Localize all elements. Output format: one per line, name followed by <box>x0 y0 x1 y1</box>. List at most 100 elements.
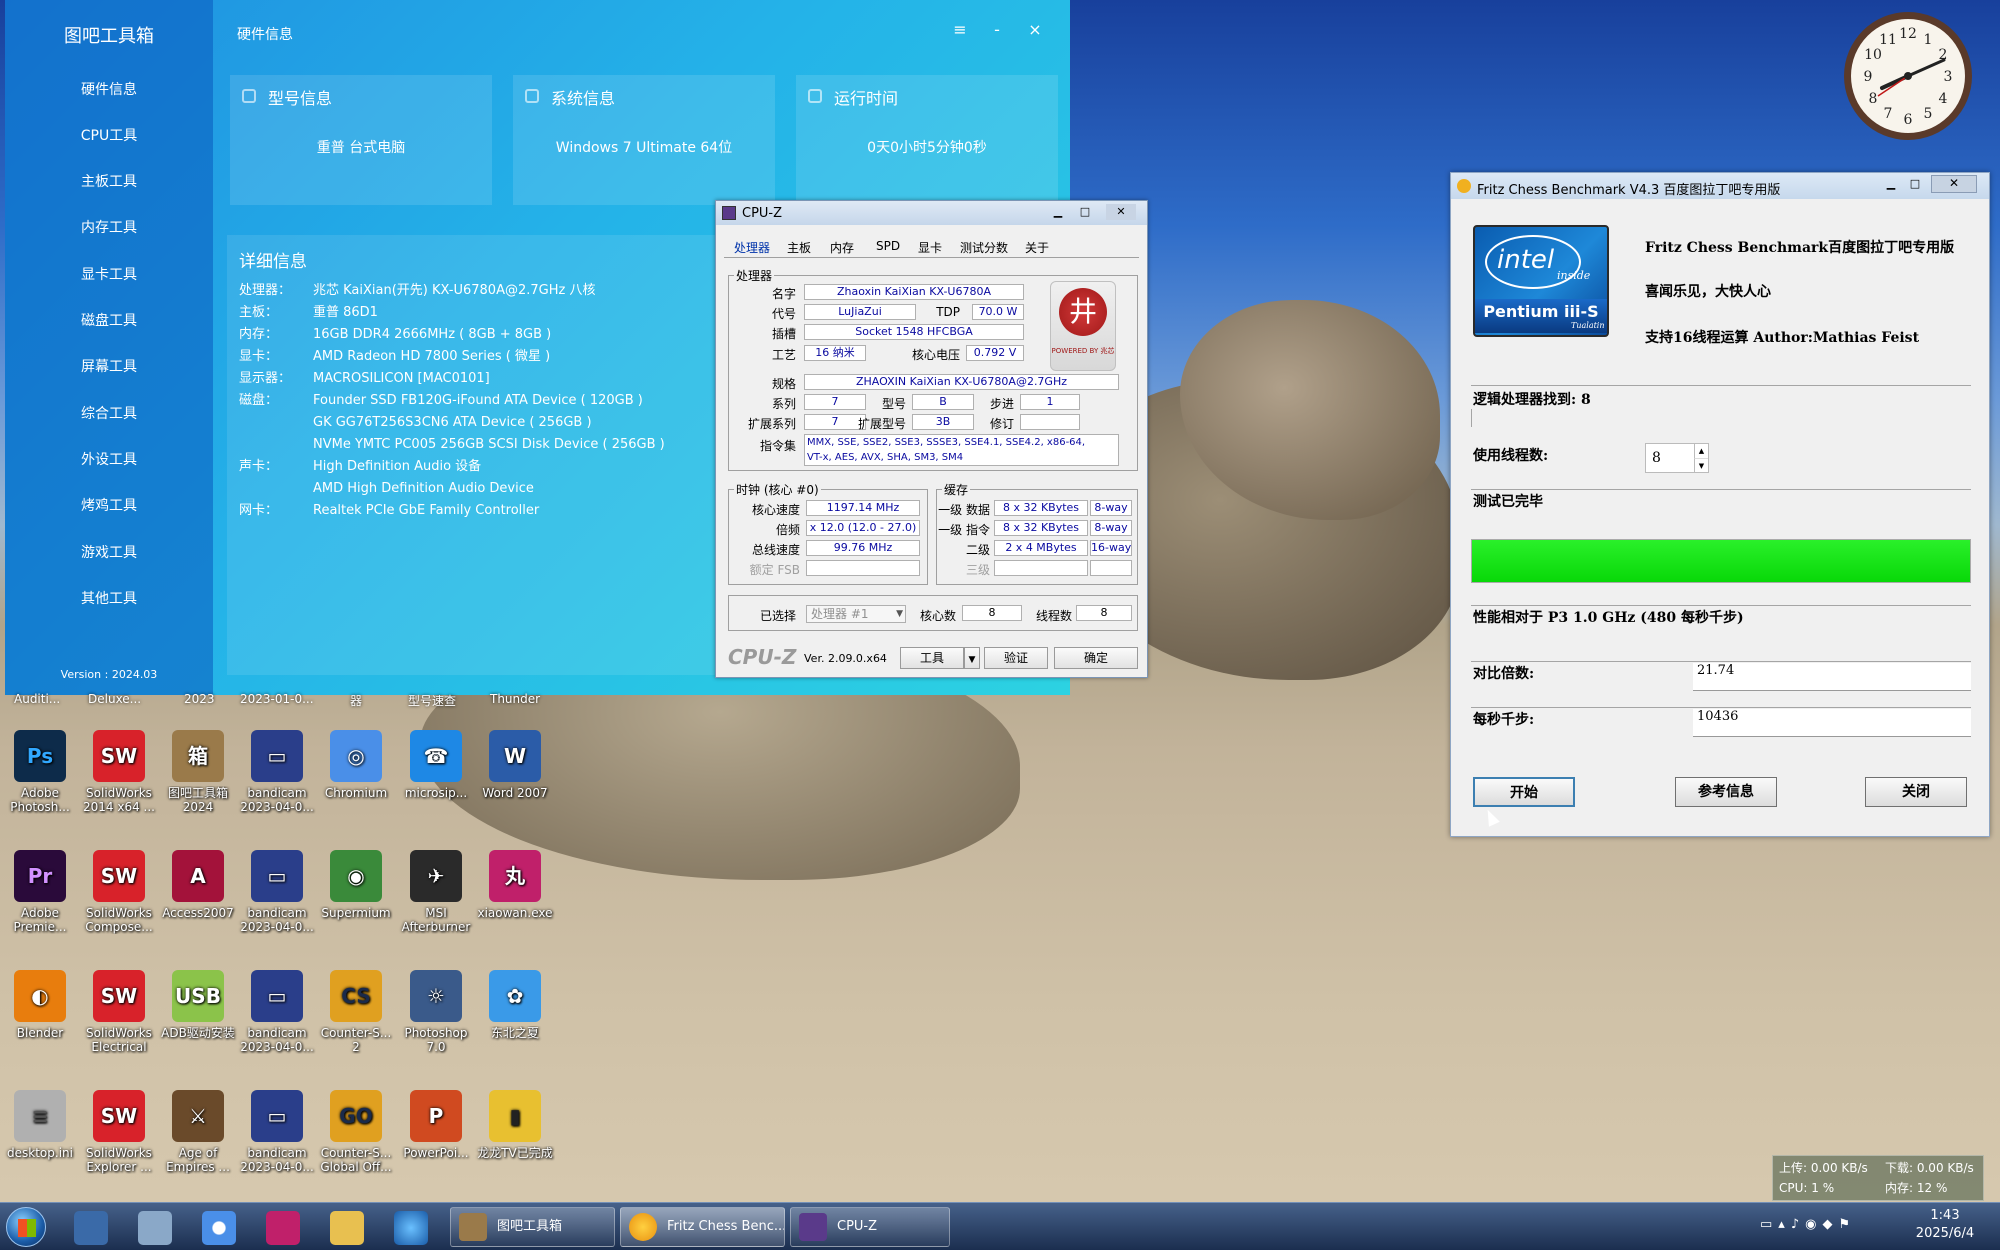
desktop-icon[interactable]: ▭ bandicam 2023-04-0... <box>237 850 317 934</box>
partial-label[interactable]: 器 <box>350 692 362 709</box>
remote-desktop-icon[interactable] <box>138 1211 172 1245</box>
desktop-icon[interactable]: ⚔ Age of Empires ... <box>158 1090 238 1174</box>
fritz-minimize-button[interactable]: ▁ <box>1879 177 1903 193</box>
fritz-close-button[interactable]: ✕ <box>1931 175 1977 193</box>
desktop-icon[interactable]: ▭ bandicam 2023-04-0... <box>237 1090 317 1174</box>
desktop-icon[interactable]: ≡ desktop.ini <box>0 1090 80 1174</box>
sidebar-item-disk-tools[interactable]: 磁盘工具 <box>5 309 213 333</box>
start-button[interactable] <box>6 1207 46 1247</box>
partial-label[interactable]: 型号速查 <box>408 692 456 709</box>
windows-logo-icon <box>18 1219 36 1237</box>
partial-label[interactable]: Auditi... <box>14 692 60 706</box>
socket-label: 插槽 <box>771 327 796 341</box>
sidebar-item-screen-tools[interactable]: 屏幕工具 <box>5 355 213 379</box>
desktop-icon[interactable]: ▭ bandicam 2023-04-0... <box>237 970 317 1054</box>
desktop-icon[interactable]: 丸 xiaowan.exe <box>475 850 555 934</box>
fritz-titlebar: Fritz Chess Benchmark V4.3 百度图拉丁吧专用版 ▁ □… <box>1451 173 1989 199</box>
desktop-icon[interactable]: CS Counter-S... 2 <box>316 970 396 1054</box>
validate-button[interactable]: 验证 <box>984 647 1048 669</box>
tools-button[interactable]: 工具 <box>900 647 964 669</box>
arrow-up-icon[interactable]: ▴ <box>1778 1217 1791 1232</box>
tab-spd[interactable]: SPD <box>876 239 900 253</box>
desktop-icon[interactable]: ◎ Chromium <box>316 730 396 814</box>
desktop-icon[interactable]: SW SolidWorks Explorer ... <box>79 1090 159 1174</box>
tdp-value: 70.0 W <box>972 304 1024 320</box>
desktop-icon-label: microsip... <box>404 786 468 800</box>
revision-label: 修订 <box>989 417 1014 431</box>
processor-select[interactable]: 处理器 #1 ▼ <box>806 605 906 623</box>
desktop-icon[interactable]: ▭ bandicam 2023-04-0... <box>237 730 317 814</box>
close-button[interactable]: × <box>1025 20 1045 39</box>
tab-graphics[interactable]: 显卡 <box>918 239 942 256</box>
flag-icon[interactable]: ⚑ <box>1838 1217 1856 1232</box>
task-toolbox[interactable]: 图吧工具箱 <box>450 1207 615 1247</box>
sidebar-item-other-tools[interactable]: 其他工具 <box>5 587 213 611</box>
spin-up-icon[interactable]: ▲ <box>1694 444 1708 458</box>
desktop-icon[interactable]: Ps Adobe Photosh... <box>0 730 80 814</box>
task-cpuz[interactable]: CPU-Z <box>790 1207 950 1247</box>
cpuz-maximize-button[interactable]: □ <box>1073 204 1097 220</box>
desktop-icon[interactable]: ✈ MSI Afterburner <box>396 850 476 934</box>
desktop-icon[interactable]: P PowerPoi... <box>396 1090 476 1174</box>
desktop-icon[interactable]: ◉ Supermium <box>316 850 396 934</box>
desktop-icon[interactable]: ☎ microsip... <box>396 730 476 814</box>
desktop-icon[interactable]: 箱图吧工具箱 2024 <box>158 730 238 814</box>
detail-value: High Definition Audio 设备 <box>313 459 482 474</box>
desktop-icon[interactable]: ▮ 龙龙TV已完成 <box>475 1090 555 1174</box>
sidebar-item-hardware-info[interactable]: 硬件信息 <box>5 78 213 102</box>
process-label: 工艺 <box>771 348 796 362</box>
keyboard-icon[interactable]: ▭ <box>1760 1217 1778 1232</box>
sidebar-item-game-tools[interactable]: 游戏工具 <box>5 541 213 565</box>
sidebar-item-general-tools[interactable]: 综合工具 <box>5 402 213 426</box>
reference-button[interactable]: 参考信息 <box>1675 777 1777 807</box>
close-dialog-button[interactable]: 关闭 <box>1865 777 1967 807</box>
desktop-icon[interactable]: ✿ 东北之夏 <box>475 970 555 1054</box>
speaker-icon[interactable]: ♪ <box>1791 1217 1805 1232</box>
clock[interactable]: 1:43 2025/6/4 <box>1900 1207 1990 1243</box>
desktop-icon[interactable]: SW SolidWorks Compose... <box>79 850 159 934</box>
sidebar-item-motherboard-tools[interactable]: 主板工具 <box>5 170 213 194</box>
spin-down-icon[interactable]: ▼ <box>1694 458 1708 472</box>
desktop-icon[interactable]: W Word 2007 <box>475 730 555 814</box>
desktop-icon[interactable]: USB ADB驱动安装 <box>158 970 238 1054</box>
desktop-icon[interactable]: Pr Adobe Premie... <box>0 850 80 934</box>
desktop-icon[interactable]: A Access2007 <box>158 850 238 934</box>
folder-icon[interactable] <box>330 1211 364 1245</box>
desktop-icon[interactable]: ☼ Photoshop 7.0 <box>396 970 476 1054</box>
partial-label[interactable]: 2023-01-0... <box>240 692 314 706</box>
threads-spinbox[interactable]: 8 ▲ ▼ <box>1645 443 1709 473</box>
cpuz-close-button[interactable]: ✕ <box>1106 204 1136 220</box>
tab-mainboard[interactable]: 主板 <box>787 239 811 256</box>
start-button[interactable]: 开始 <box>1473 777 1575 807</box>
minimize-button[interactable]: - <box>987 20 1007 39</box>
sidebar-item-cpu-tools[interactable]: CPU工具 <box>5 124 213 148</box>
network-icon[interactable]: ◉ <box>1805 1217 1822 1232</box>
fritz-maximize-button[interactable]: □ <box>1903 177 1927 193</box>
menu-button[interactable]: ≡ <box>950 20 970 39</box>
tab-memory[interactable]: 内存 <box>830 239 854 256</box>
partial-label[interactable]: 2023 <box>184 692 215 706</box>
desktop-icon[interactable]: SW SolidWorks 2014 x64 ... <box>79 730 159 814</box>
partial-label[interactable]: Deluxe... <box>88 692 141 706</box>
computer-icon[interactable] <box>74 1211 108 1245</box>
sidebar-item-stress-tools[interactable]: 烤鸡工具 <box>5 494 213 518</box>
cpuz-minimize-button[interactable]: ▁ <box>1046 204 1070 220</box>
xiaowan-icon[interactable] <box>266 1211 300 1245</box>
tab-processor[interactable]: 处理器 <box>734 239 770 256</box>
ok-button[interactable]: 确定 <box>1054 647 1138 669</box>
sidebar-item-gpu-tools[interactable]: 显卡工具 <box>5 263 213 287</box>
tools-dropdown-button[interactable]: ▼ <box>964 647 980 669</box>
desktop-icon[interactable]: ◐ Blender <box>0 970 80 1054</box>
tab-bench[interactable]: 测试分数 <box>960 239 1008 256</box>
task-fritz[interactable]: Fritz Chess Benc... <box>620 1207 785 1247</box>
sidebar-item-peripheral-tools[interactable]: 外设工具 <box>5 448 213 472</box>
desktop-icon[interactable]: SW SolidWorks Electrical <box>79 970 159 1054</box>
chromium-icon[interactable] <box>202 1211 236 1245</box>
tab-about[interactable]: 关于 <box>1025 239 1049 256</box>
shield-icon[interactable]: ◆ <box>1822 1217 1838 1232</box>
details-title: 详细信息 <box>239 252 307 272</box>
sidebar-item-memory-tools[interactable]: 内存工具 <box>5 216 213 240</box>
partial-label[interactable]: Thunder <box>490 692 540 706</box>
desktop-icon[interactable]: GO Counter-S... Global Off... <box>316 1090 396 1174</box>
browser-icon[interactable] <box>394 1211 428 1245</box>
